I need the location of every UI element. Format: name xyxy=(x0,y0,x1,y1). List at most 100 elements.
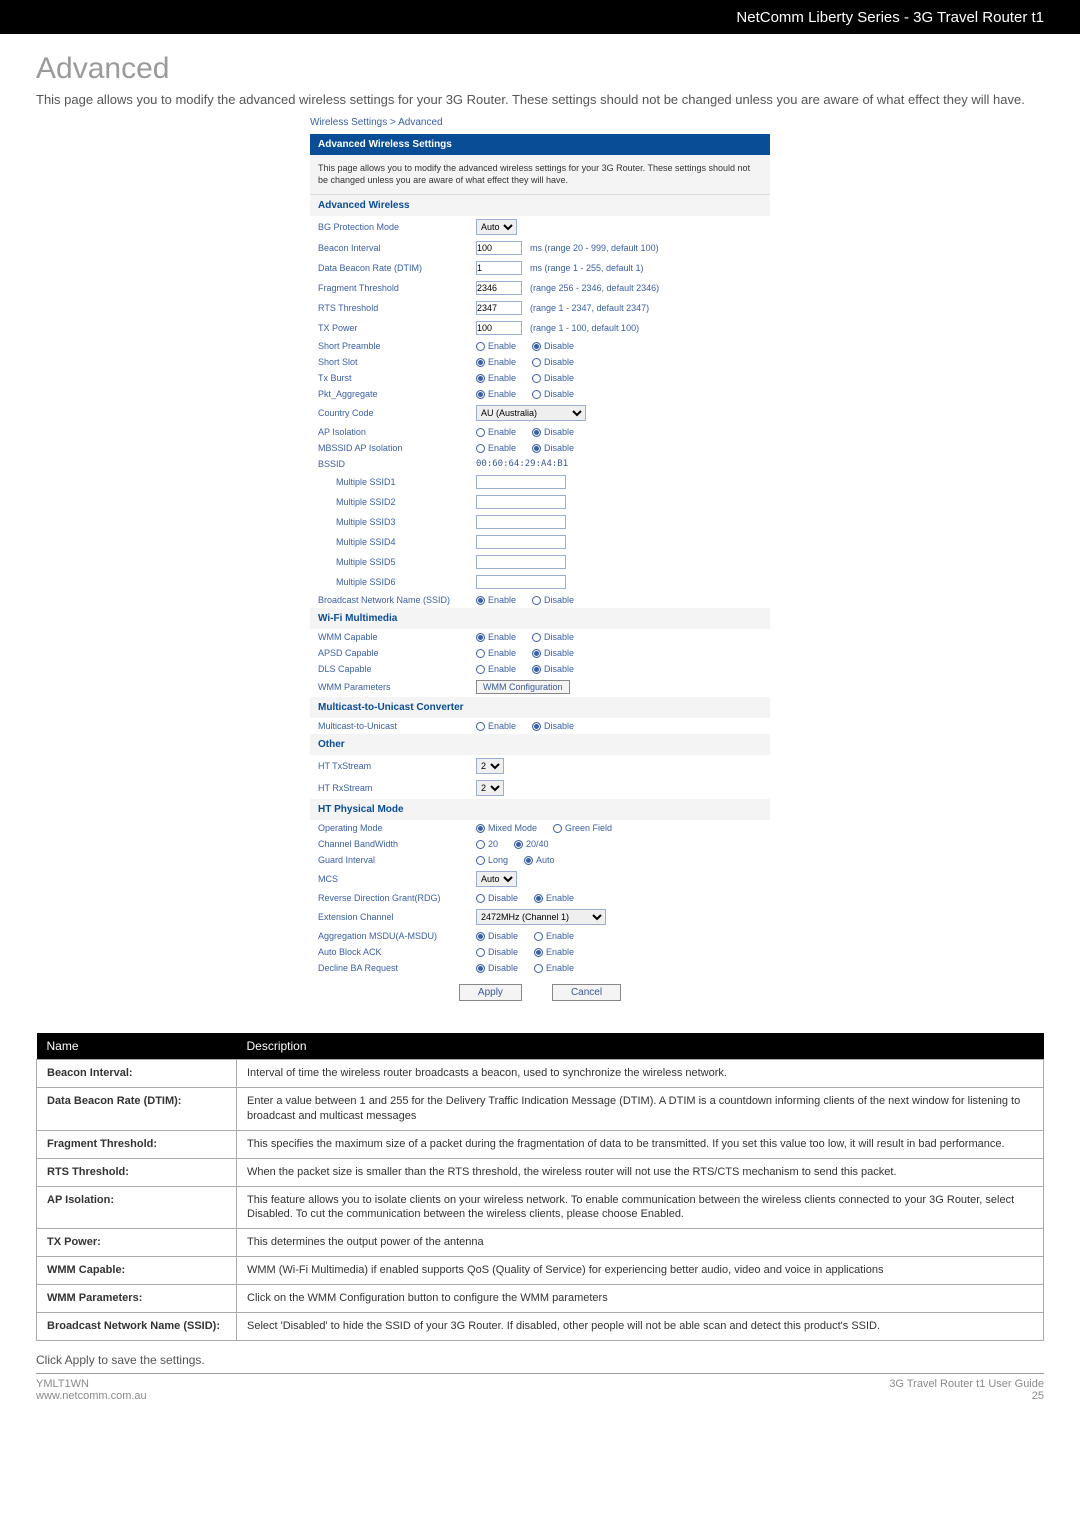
description-table: Name Description Beacon Interval:Interva… xyxy=(36,1033,1044,1340)
m2u-disable-radio[interactable]: Disable xyxy=(532,721,574,731)
chbw-20-radio[interactable]: 20 xyxy=(476,839,498,849)
amsdu-disable-radio[interactable]: Disable xyxy=(476,931,518,941)
apply-button[interactable]: Apply xyxy=(459,984,522,1001)
ap-iso-disable-radio[interactable]: Disable xyxy=(532,427,574,437)
amsdu-enable-radio[interactable]: Enable xyxy=(534,931,574,941)
fragment-input[interactable] xyxy=(476,281,522,295)
mbssid-iso-enable-radio[interactable]: Enable xyxy=(476,443,516,453)
desc-value-cell: When the packet size is smaller than the… xyxy=(237,1158,1044,1186)
label-fragment: Fragment Threshold xyxy=(318,283,468,293)
opmode-green-radio[interactable]: Green Field xyxy=(553,823,612,833)
dls-disable-radio[interactable]: Disable xyxy=(532,664,574,674)
table-row: RTS Threshold:When the packet size is sm… xyxy=(37,1158,1044,1186)
m2u-enable-radio[interactable]: Enable xyxy=(476,721,516,731)
label-bssid: BSSID xyxy=(318,459,468,469)
short-slot-enable-radio[interactable]: Enable xyxy=(476,357,516,367)
intro-text: This page allows you to modify the advan… xyxy=(36,92,1044,107)
short-slot-disable-radio[interactable]: Disable xyxy=(532,357,574,367)
txburst-disable-radio[interactable]: Disable xyxy=(532,373,574,383)
label-declineba: Decline BA Request xyxy=(318,963,468,973)
label-apsd-capable: APSD Capable xyxy=(318,648,468,658)
apsd-enable-radio[interactable]: Enable xyxy=(476,648,516,658)
desc-value-cell: Click on the WMM Configuration button to… xyxy=(237,1284,1044,1312)
admin-panel-screenshot: Wireless Settings > Advanced Advanced Wi… xyxy=(310,117,770,1013)
label-dls-capable: DLS Capable xyxy=(318,664,468,674)
dtim-hint: ms (range 1 - 255, default 1) xyxy=(530,263,644,273)
wmm-disable-radio[interactable]: Disable xyxy=(532,632,574,642)
footer-guide-title: 3G Travel Router t1 User Guide xyxy=(889,1378,1044,1390)
rdg-enable-radio[interactable]: Enable xyxy=(534,893,574,903)
pktagg-enable-radio[interactable]: Enable xyxy=(476,389,516,399)
desc-value-cell: Select 'Disabled' to hide the SSID of yo… xyxy=(237,1312,1044,1340)
mssid3-input[interactable] xyxy=(476,515,566,529)
beacon-interval-input[interactable] xyxy=(476,241,522,255)
extch-select[interactable]: 2472MHz (Channel 1) xyxy=(476,909,606,925)
page-footer: YMLT1WN www.netcomm.com.au 3G Travel Rou… xyxy=(36,1373,1044,1412)
declineba-disable-radio[interactable]: Disable xyxy=(476,963,518,973)
txburst-enable-radio[interactable]: Enable xyxy=(476,373,516,383)
label-rdg: Reverse Direction Grant(RDG) xyxy=(318,893,468,903)
desc-value-cell: This feature allows you to isolate clien… xyxy=(237,1186,1044,1229)
label-mssid6: Multiple SSID6 xyxy=(318,577,468,587)
dtim-input[interactable] xyxy=(476,261,522,275)
rdg-disable-radio[interactable]: Disable xyxy=(476,893,518,903)
dls-enable-radio[interactable]: Enable xyxy=(476,664,516,674)
ht-tx-select[interactable]: 2 xyxy=(476,758,504,774)
label-m2u: Multicast-to-Unicast xyxy=(318,721,468,731)
label-ht-rx: HT RxStream xyxy=(318,783,468,793)
mssid6-input[interactable] xyxy=(476,575,566,589)
section-m2u: Multicast-to-Unicast Converter xyxy=(310,697,770,718)
rts-hint: (range 1 - 2347, default 2347) xyxy=(530,303,649,313)
ap-iso-enable-radio[interactable]: Enable xyxy=(476,427,516,437)
desc-name-cell: Beacon Interval: xyxy=(37,1060,237,1088)
desc-value-cell: Interval of time the wireless router bro… xyxy=(237,1060,1044,1088)
broadcast-ssid-disable-radio[interactable]: Disable xyxy=(532,595,574,605)
table-row: TX Power:This determines the output powe… xyxy=(37,1229,1044,1257)
autoba-enable-radio[interactable]: Enable xyxy=(534,947,574,957)
txpower-input[interactable] xyxy=(476,321,522,335)
mssid5-input[interactable] xyxy=(476,555,566,569)
guard-long-radio[interactable]: Long xyxy=(476,855,508,865)
mcs-select[interactable]: Auto xyxy=(476,871,517,887)
fragment-hint: (range 256 - 2346, default 2346) xyxy=(530,283,659,293)
bg-protection-select[interactable]: Auto xyxy=(476,219,517,235)
short-preamble-disable-radio[interactable]: Disable xyxy=(532,341,574,351)
opmode-mixed-radio[interactable]: Mixed Mode xyxy=(476,823,537,833)
rts-input[interactable] xyxy=(476,301,522,315)
wmm-configuration-button[interactable]: WMM Configuration xyxy=(476,680,570,694)
label-ap-isolation: AP Isolation xyxy=(318,427,468,437)
declineba-enable-radio[interactable]: Enable xyxy=(534,963,574,973)
short-preamble-enable-radio[interactable]: Enable xyxy=(476,341,516,351)
country-select[interactable]: AU (Australia) xyxy=(476,405,586,421)
mssid4-input[interactable] xyxy=(476,535,566,549)
cancel-button[interactable]: Cancel xyxy=(552,984,621,1001)
desc-th-desc: Description xyxy=(237,1033,1044,1060)
mbssid-iso-disable-radio[interactable]: Disable xyxy=(532,443,574,453)
table-row: AP Isolation:This feature allows you to … xyxy=(37,1186,1044,1229)
label-short-preamble: Short Preamble xyxy=(318,341,468,351)
bssid-value: 00:60:64:29:A4:B1 xyxy=(476,459,568,469)
wmm-enable-radio[interactable]: Enable xyxy=(476,632,516,642)
label-pkt-aggregate: Pkt_Aggregate xyxy=(318,389,468,399)
header-title: NetComm Liberty Series - 3G Travel Route… xyxy=(736,9,1044,26)
label-ht-tx: HT TxStream xyxy=(318,761,468,771)
guard-auto-radio[interactable]: Auto xyxy=(524,855,555,865)
mssid2-input[interactable] xyxy=(476,495,566,509)
mssid1-input[interactable] xyxy=(476,475,566,489)
section-wifi-multimedia: Wi-Fi Multimedia xyxy=(310,608,770,629)
apsd-disable-radio[interactable]: Disable xyxy=(532,648,574,658)
pktagg-disable-radio[interactable]: Disable xyxy=(532,389,574,399)
desc-name-cell: Broadcast Network Name (SSID): xyxy=(37,1312,237,1340)
label-mssid2: Multiple SSID2 xyxy=(318,497,468,507)
ht-rx-select[interactable]: 2 xyxy=(476,780,504,796)
label-country: Country Code xyxy=(318,408,468,418)
broadcast-ssid-enable-radio[interactable]: Enable xyxy=(476,595,516,605)
table-row: WMM Parameters:Click on the WMM Configur… xyxy=(37,1284,1044,1312)
label-opmode: Operating Mode xyxy=(318,823,468,833)
chbw-2040-radio[interactable]: 20/40 xyxy=(514,839,549,849)
section-advanced-wireless: Advanced Wireless xyxy=(310,195,770,216)
section-ht-physical: HT Physical Mode xyxy=(310,799,770,820)
desc-name-cell: AP Isolation: xyxy=(37,1186,237,1229)
txpower-hint: (range 1 - 100, default 100) xyxy=(530,323,639,333)
autoba-disable-radio[interactable]: Disable xyxy=(476,947,518,957)
